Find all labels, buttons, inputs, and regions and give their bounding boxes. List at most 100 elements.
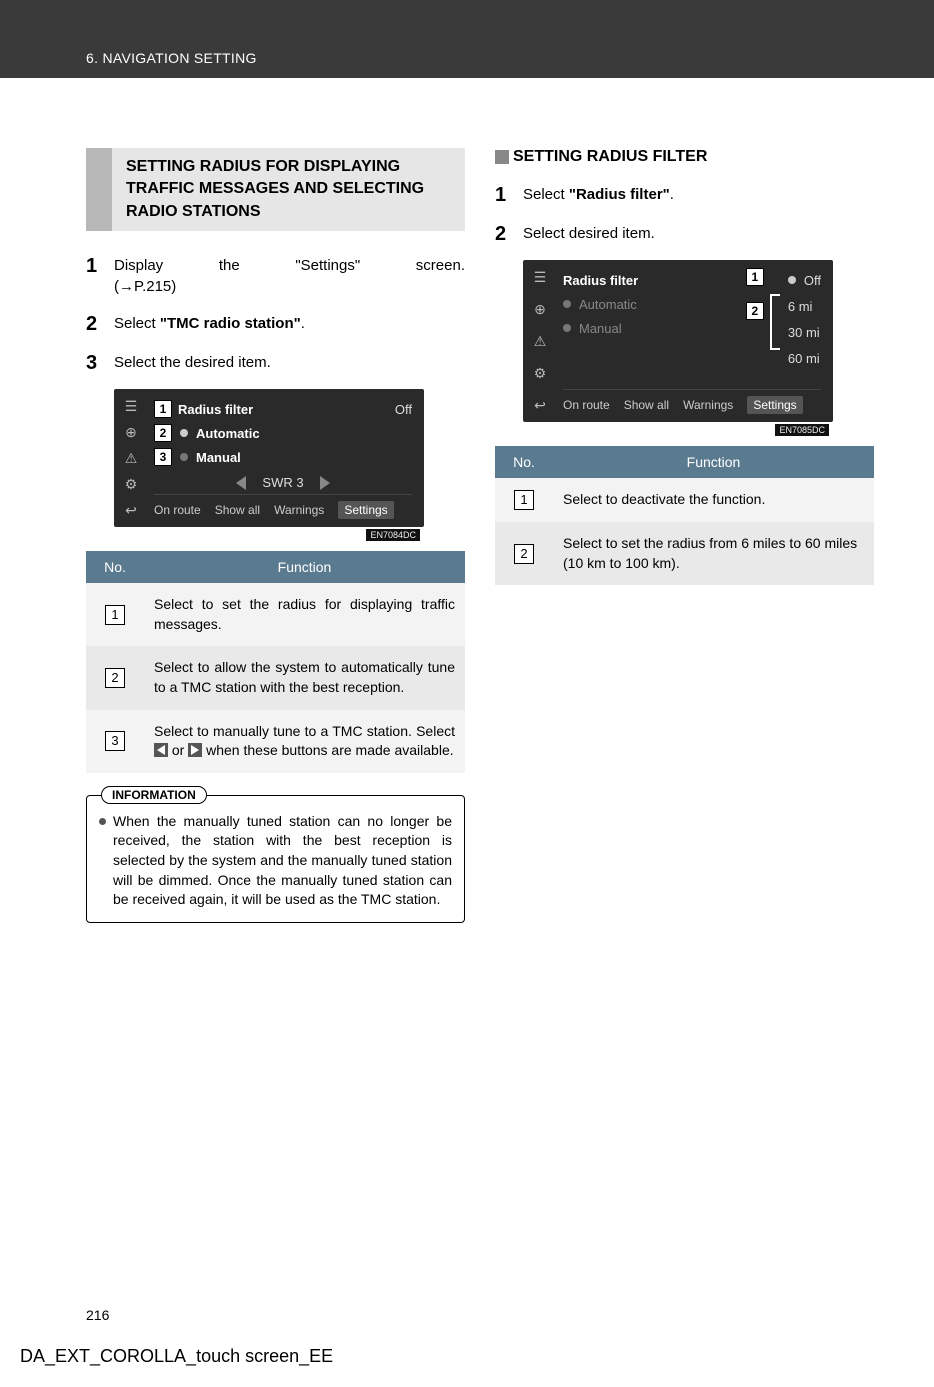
callout-1: 1 [746,268,764,286]
warning-icon: ⚠ [120,447,142,469]
list-icon: ☰ [529,266,551,288]
function-table-left: No. Function 1 Select to set the radius … [86,551,465,773]
row-2-text: Select to allow the system to automatica… [144,646,465,709]
gear-icon: ⚙ [529,362,551,384]
tab-warnings: Warnings [683,398,733,412]
next-station-icon [320,476,330,490]
step-2-bold: "TMC radio station" [160,315,301,332]
step-1-pre: Select [523,186,569,203]
table-row: 1 Select to deactivate the function. [495,478,874,522]
information-item: When the manually tuned station can no l… [99,812,452,910]
automatic-label-dim: Automatic [579,297,637,312]
table-header-no: No. [86,551,144,583]
next-icon [188,743,202,757]
section-heading: SETTING RADIUS FOR DISPLAYING TRAFFIC ME… [86,148,465,231]
row-number-1: 1 [105,605,125,625]
back-icon: ↩ [529,394,551,416]
table-row: 2 Select to set the radius from 6 miles … [495,522,874,585]
left-column: SETTING RADIUS FOR DISPLAYING TRAFFIC ME… [86,148,465,923]
screenshot-tmc-station: ☰ ⊕ ⚠ ⚙ ↩ 1 Radius filter Off 2 Automati [114,389,424,527]
row-1-text: Select to set the radius for displaying … [144,583,465,646]
table-header-function: Function [144,551,465,583]
screenshot-radius-filter: ☰ ⊕ ⚠ ⚙ ↩ Radius filter Automatic Manual… [523,260,833,422]
step-number: 3 [86,352,114,375]
row-number-2: 2 [514,544,534,564]
step-number: 1 [86,255,114,278]
radio-dot-icon [180,453,188,461]
warning-icon: ⚠ [529,330,551,352]
radio-dot-icon [563,300,571,308]
square-bullet-icon [495,150,509,164]
page-number: 216 [86,1307,109,1323]
sub-heading-title: SETTING RADIUS FILTER [513,148,707,166]
screenshot-ref: EN7084DC [366,529,420,541]
row-2-text: Select to set the radius from 6 miles to… [553,522,874,585]
station-name: SWR 3 [262,475,303,490]
step-2: 2 Select desired item. [495,223,874,246]
option-30mi: 30 mi [788,325,820,340]
step-3: 3 Select the desired item. [86,352,465,375]
callout-2: 2 [746,302,764,320]
tab-settings: Settings [338,501,393,519]
step-2: 2 Select "TMC radio station". [86,313,465,336]
callout-3: 3 [154,448,172,466]
prev-icon [154,743,168,757]
callout-bracket [770,294,780,350]
step-2-post: . [301,315,305,332]
screenshot-side-icons: ☰ ⊕ ⚠ ⚙ ↩ [529,266,555,416]
table-row: 2 Select to allow the system to automati… [86,646,465,709]
step-text: Select "Radius filter". [523,184,874,205]
radio-dot-icon [180,429,188,437]
option-off: Off [804,273,821,288]
step-2-pre: Select [114,315,160,332]
step-1: 1 Display the "Settings" screen. (→P.215… [86,255,465,297]
table-header-no: No. [495,446,553,478]
radius-filter-label: Radius filter [563,273,638,288]
manual-label-dim: Manual [579,321,622,336]
tab-on-route: On route [563,398,610,412]
row-3-a: Select to manually tune to a TMC station… [154,723,455,739]
header-bar: 6. NAVIGATION SETTING [0,0,934,78]
compass-icon: ⊕ [120,421,142,443]
row-3-text: Select to manually tune to a TMC station… [144,710,465,773]
tab-warnings: Warnings [274,503,324,517]
information-label: INFORMATION [101,786,207,804]
breadcrumb: 6. NAVIGATION SETTING [86,50,257,66]
step-number: 2 [86,313,114,336]
step-text: Select the desired item. [114,352,465,373]
step-1: 1 Select "Radius filter". [495,184,874,207]
list-icon: ☰ [120,395,142,417]
step-1-bold: "Radius filter" [569,186,670,203]
tab-settings: Settings [747,396,802,414]
row-number-3: 3 [105,731,125,751]
step-1-post: . [670,186,674,203]
row-3-c: when these buttons are made available. [202,742,453,758]
compass-icon: ⊕ [529,298,551,320]
callout-1: 1 [154,400,172,418]
table-header-function: Function [553,446,874,478]
step-text: Select desired item. [523,223,874,244]
sub-heading: SETTING RADIUS FILTER [495,148,874,166]
table-row: 3 Select to manually tune to a TMC stati… [86,710,465,773]
radio-dot-icon [788,276,796,284]
radius-filter-value: Off [395,402,412,417]
row-number-1: 1 [514,490,534,510]
radio-dot-icon [563,324,571,332]
step-text: Select "TMC radio station". [114,313,465,334]
callout-2: 2 [154,424,172,442]
screenshot-side-icons: ☰ ⊕ ⚠ ⚙ ↩ [120,395,146,521]
option-60mi: 60 mi [788,351,820,366]
radius-filter-label: Radius filter [178,402,253,417]
information-box: INFORMATION When the manually tuned stat… [86,795,465,923]
function-table-right: No. Function 1 Select to deactivate the … [495,446,874,585]
section-heading-title: SETTING RADIUS FOR DISPLAYING TRAFFIC ME… [112,148,465,231]
right-column: SETTING RADIUS FILTER 1 Select "Radius f… [495,148,874,923]
option-6mi: 6 mi [788,299,813,314]
step-1-ref: (→P.215) [114,278,176,295]
step-text: Display the "Settings" screen. (→P.215) [114,255,465,297]
table-row: 1 Select to set the radius for displayin… [86,583,465,646]
row-3-b: or [168,742,188,758]
automatic-label: Automatic [196,426,260,441]
gear-icon: ⚙ [120,473,142,495]
footer-code: DA_EXT_COROLLA_touch screen_EE [20,1346,333,1367]
